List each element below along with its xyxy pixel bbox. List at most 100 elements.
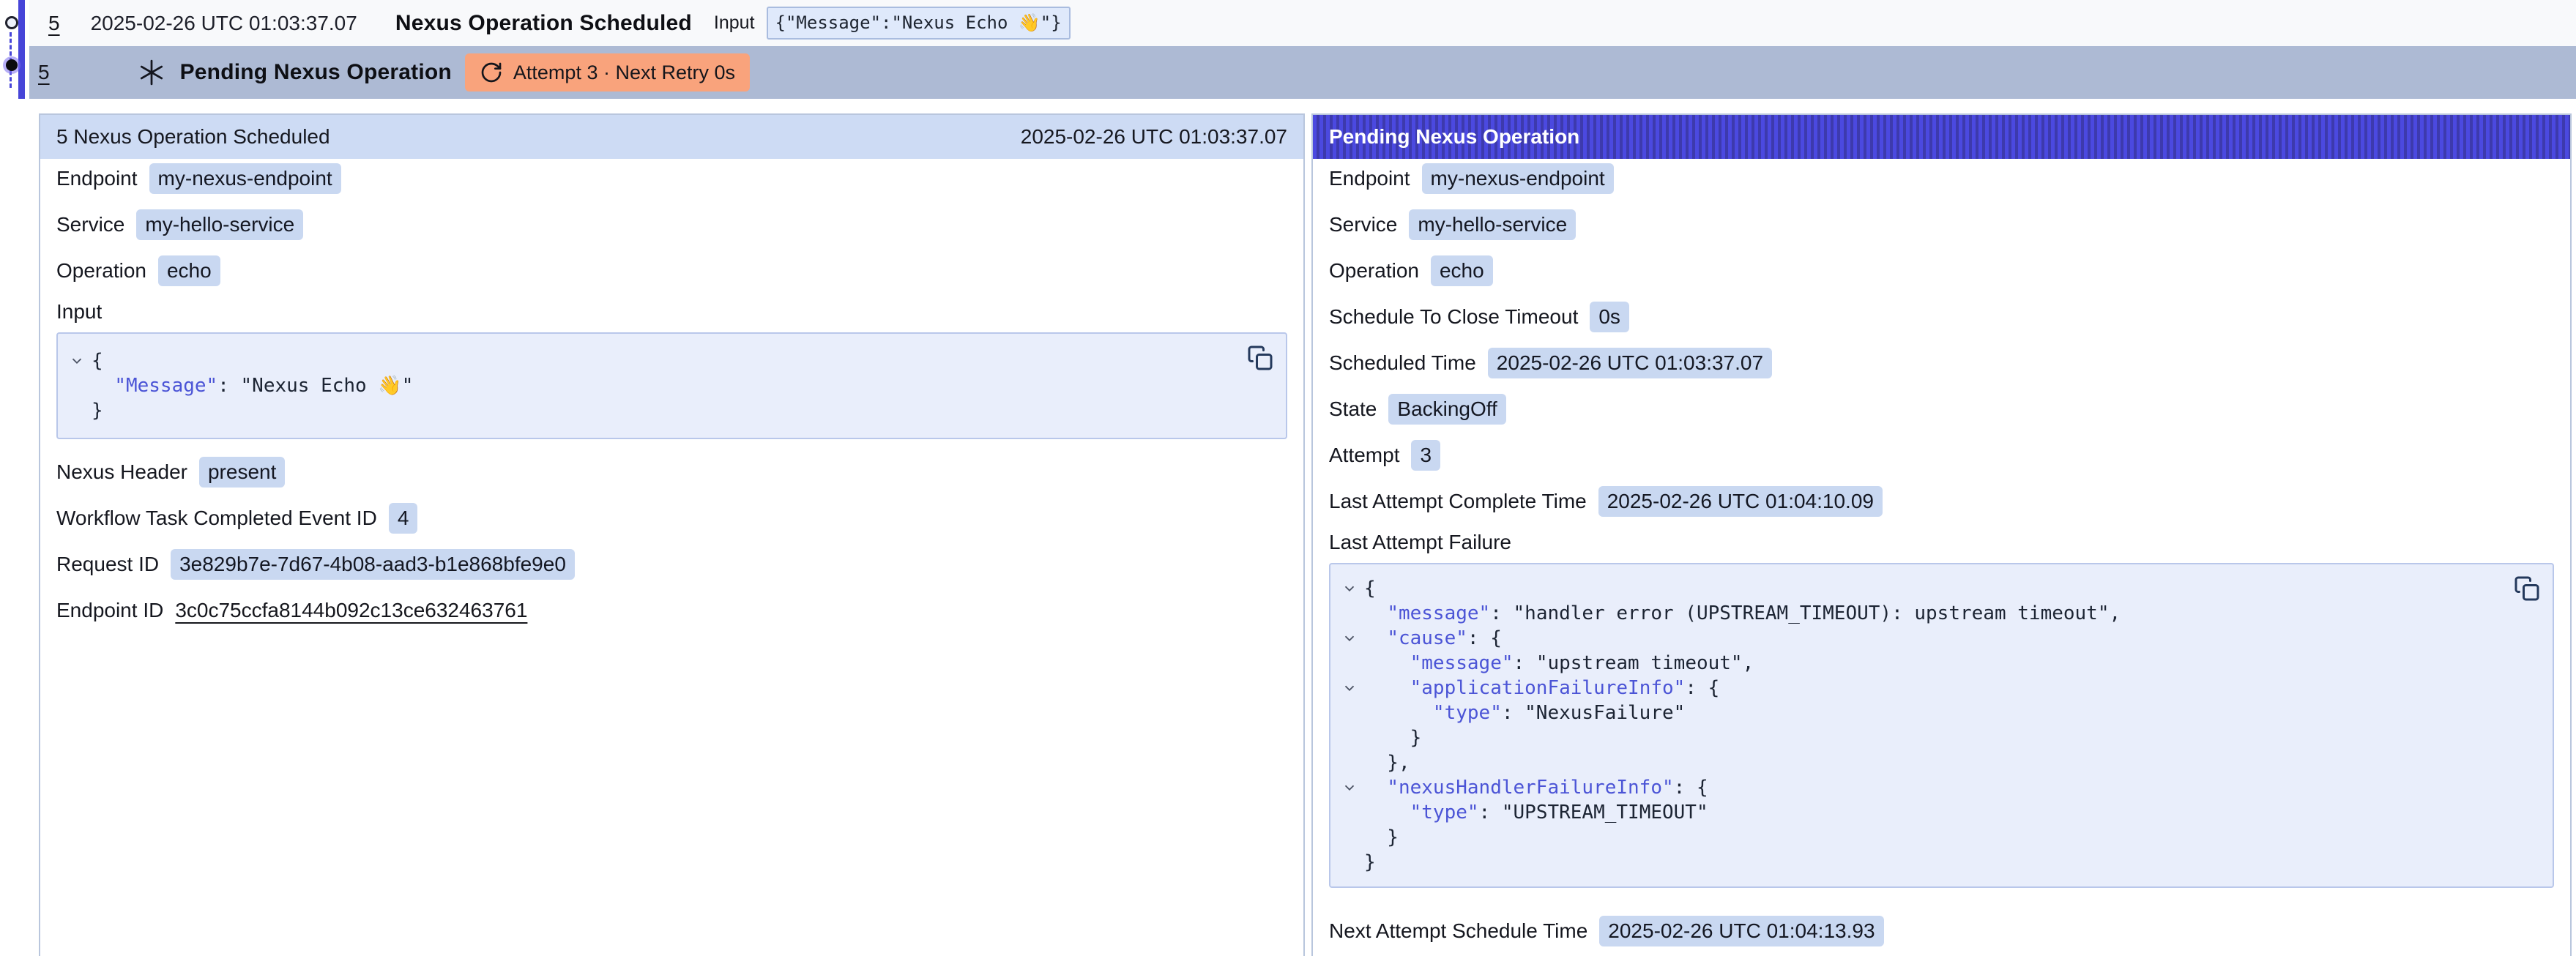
json-line: { [1335, 576, 2509, 601]
field-value-badge: echo [158, 255, 220, 286]
pending-event-id-link[interactable]: 5 [38, 61, 50, 84]
field-row-schedule-to-close-timeout: Schedule To Close Timeout 0s [1329, 300, 2554, 334]
input-section-label: Input [56, 300, 1287, 324]
field-row-workflow-task-completed-event-id: Workflow Task Completed Event ID 4 [56, 501, 1287, 535]
copy-icon[interactable] [1246, 344, 1274, 372]
field-row-attempt: Attempt 3 [1329, 438, 2554, 472]
field-label: Next Attempt Schedule Time [1329, 919, 1587, 943]
field-value-badge: 2025-02-26 UTC 01:04:10.09 [1598, 486, 1883, 517]
field-label: Endpoint [56, 167, 138, 190]
field-row-next-attempt-schedule-time: Next Attempt Schedule Time 2025-02-26 UT… [1329, 914, 2554, 948]
field-label: Schedule To Close Timeout [1329, 305, 1578, 329]
json-key: "applicationFailureInfo" [1410, 677, 1686, 699]
json-line: "message": "handler error (UPSTREAM_TIME… [1335, 601, 2509, 626]
field-label: Operation [56, 259, 146, 283]
json-line: "applicationFailureInfo": { [1335, 676, 2509, 701]
field-label: State [1329, 397, 1377, 421]
pending-operation-header: Pending Nexus Operation [1313, 115, 2570, 159]
field-row-operation: Operation echo [1329, 254, 2554, 288]
json-line: } [62, 398, 1242, 423]
json-line: "cause": { [1335, 626, 2509, 651]
retry-icon [480, 61, 503, 84]
field-label: Operation [1329, 259, 1419, 283]
chevron-down-icon[interactable] [1341, 630, 1358, 646]
field-row-last-attempt-complete-time: Last Attempt Complete Time 2025-02-26 UT… [1329, 485, 2554, 518]
json-line: "message": "upstream timeout", [1335, 651, 2509, 676]
asterisk-icon [138, 59, 165, 86]
json-line: "Message": "Nexus Echo 👋" [62, 373, 1242, 398]
event-detail-header-timestamp: 2025-02-26 UTC 01:03:37.07 [1021, 125, 1287, 149]
field-value-badge: 3 [1411, 440, 1440, 471]
json-line: "type": "UPSTREAM_TIMEOUT" [1335, 800, 2509, 825]
attempt-retry-badge: Attempt 3 · Next Retry 0s [465, 53, 750, 92]
json-key: "Message" [114, 375, 217, 397]
json-line: { [62, 348, 1242, 373]
field-row-nexus-header: Nexus Header present [56, 455, 1287, 489]
field-row-scheduled-time: Scheduled Time 2025-02-26 UTC 01:03:37.0… [1329, 346, 2554, 380]
json-line: }, [1335, 750, 2509, 775]
field-value-badge: present [199, 457, 285, 488]
json-key: "type" [1410, 802, 1479, 824]
json-line: "type": "NexusFailure" [1335, 701, 2509, 725]
pending-operation-panel: Pending Nexus Operation Endpoint my-nexu… [1311, 113, 2572, 956]
event-detail-panel: 5 Nexus Operation Scheduled 2025-02-26 U… [39, 113, 1305, 956]
event-detail-header: 5 Nexus Operation Scheduled 2025-02-26 U… [40, 115, 1303, 159]
chevron-down-icon[interactable] [1341, 780, 1358, 796]
field-row-operation: Operation echo [56, 254, 1287, 288]
field-value-badge: 2025-02-26 UTC 01:03:37.07 [1488, 348, 1772, 378]
field-label: Endpoint [1329, 167, 1410, 190]
event-input-preview-badge: {"Message":"Nexus Echo 👋"} [767, 7, 1071, 40]
copy-icon[interactable] [2513, 575, 2541, 602]
field-label: Workflow Task Completed Event ID [56, 507, 377, 530]
field-label: Endpoint ID [56, 599, 163, 622]
field-row-state: State BackingOff [1329, 392, 2554, 426]
chevron-down-icon[interactable] [1341, 580, 1358, 597]
timeline-current-marker-icon [6, 59, 18, 71]
event-title: Nexus Operation Scheduled [395, 11, 692, 36]
failure-json-viewer: { "message": "handler error (UPSTREAM_TI… [1329, 563, 2554, 888]
state-badge: BackingOff [1388, 394, 1505, 425]
event-detail-header-title: 5 Nexus Operation Scheduled [56, 125, 330, 149]
input-json-viewer: { "Message": "Nexus Echo 👋" } [56, 332, 1287, 439]
timeline-active-bar [18, 0, 25, 99]
field-label: Scheduled Time [1329, 351, 1476, 375]
json-line: } [1335, 725, 2509, 750]
pending-nexus-operation-row[interactable]: 5 Pending Nexus Operation Attempt 3 · Ne… [29, 46, 2576, 99]
pending-title: Pending Nexus Operation [180, 60, 452, 85]
field-row-service: Service my-hello-service [56, 208, 1287, 242]
timeline-event-marker-icon [5, 16, 18, 29]
field-label: Last Attempt Complete Time [1329, 490, 1587, 513]
event-timestamp: 2025-02-26 UTC 01:03:37.07 [91, 12, 357, 35]
json-key: "message" [1410, 652, 1514, 674]
field-label: Attempt [1329, 444, 1399, 467]
pending-operation-header-title: Pending Nexus Operation [1329, 125, 1579, 149]
event-input-label: Input [714, 12, 755, 34]
field-row-endpoint-id: Endpoint ID 3c0c75ccfa8144b092c13ce63246… [56, 594, 1287, 627]
field-value-badge: my-nexus-endpoint [1422, 163, 1614, 194]
chevron-down-icon[interactable] [69, 353, 85, 369]
field-row-service: Service my-hello-service [1329, 208, 2554, 242]
json-key: "cause" [1387, 627, 1467, 649]
field-value-badge: echo [1431, 255, 1493, 286]
field-row-endpoint: Endpoint my-nexus-endpoint [56, 162, 1287, 195]
json-key: "nexusHandlerFailureInfo" [1387, 777, 1673, 799]
chevron-down-icon[interactable] [1341, 680, 1358, 696]
field-label: Request ID [56, 553, 159, 576]
json-key: "type" [1433, 702, 1502, 724]
json-line: "nexusHandlerFailureInfo": { [1335, 775, 2509, 800]
field-row-request-id: Request ID 3e829b7e-7d67-4b08-aad3-b1e86… [56, 548, 1287, 581]
event-id-link[interactable]: 5 [48, 12, 60, 35]
attempt-badge-text: Attempt 3 · Next Retry 0s [513, 61, 735, 84]
field-value-badge: 4 [389, 503, 418, 534]
field-label: Service [56, 213, 124, 236]
field-value-badge: my-nexus-endpoint [149, 163, 341, 194]
field-value-badge: my-hello-service [136, 209, 303, 240]
json-line: } [1335, 825, 2509, 850]
timeline-gutter [0, 0, 34, 956]
last-attempt-failure-label: Last Attempt Failure [1329, 531, 2554, 554]
field-value-badge: 3e829b7e-7d67-4b08-aad3-b1e868bfe9e0 [171, 549, 575, 580]
field-value-badge: 2025-02-26 UTC 01:04:13.93 [1599, 916, 1883, 946]
event-row-nexus-operation-scheduled[interactable]: 5 2025-02-26 UTC 01:03:37.07 Nexus Opera… [29, 0, 2576, 46]
json-line: } [1335, 850, 2509, 875]
endpoint-id-link[interactable]: 3c0c75ccfa8144b092c13ce632463761 [175, 599, 527, 622]
